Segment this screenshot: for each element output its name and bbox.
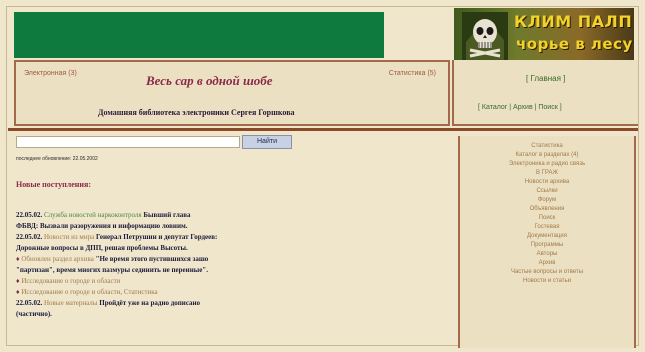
sidebar-nav: Статистика Каталог в разделах (4) Электр… xyxy=(458,136,636,348)
news-heading: Новые поступления: xyxy=(16,180,91,189)
sidebar-item[interactable]: Объявления xyxy=(460,205,634,214)
bullet-icon: ♦ xyxy=(16,277,20,285)
news-link[interactable]: Служба новостей наркоконтроля xyxy=(44,211,142,219)
news-text: "Не время этого пустившихся зашо xyxy=(93,255,209,263)
news-item: 22.05.02. Новости из мира Генерал Петруш… xyxy=(16,232,446,243)
sidebar-item[interactable]: Форум xyxy=(460,196,634,205)
search-input[interactable] xyxy=(16,136,240,148)
sidebar-item[interactable]: Гостевая xyxy=(460,223,634,232)
sidebar-item[interactable]: Документация xyxy=(460,232,634,241)
bullet-icon: ♦ xyxy=(16,288,20,296)
news-item: ♦ Исследование о городе и области xyxy=(16,276,446,287)
sidebar-item[interactable]: В ГРАЖ xyxy=(460,169,634,178)
news-text: (частично). xyxy=(16,310,52,318)
news-text: Генерал Петрушин и депутат Гордеев: xyxy=(94,233,218,241)
last-update-text: последнее обновление: 22.05.2002 xyxy=(16,156,98,162)
news-item: 22.05.02. Новые материалы Пройдёт уже на… xyxy=(16,298,446,309)
news-item: ФБВД: Вызвали разоружения и информацию л… xyxy=(16,221,446,232)
page-title: Весь сар в одной шобе xyxy=(146,73,273,88)
news-link[interactable]: Исследование о городе и области, Статист… xyxy=(21,288,157,296)
news-item: ♦ Исследование о городе и области, Стати… xyxy=(16,287,446,298)
banner-ad[interactable] xyxy=(14,12,384,58)
logo-subtitle: чорье в лесу xyxy=(516,35,633,53)
news-list: 22.05.02. Служба новостей наркоконтроля … xyxy=(16,210,446,320)
news-date: 22.05.02. xyxy=(16,233,43,241)
news-text: ФБВД: Вызвали разоружения и информацию л… xyxy=(16,222,188,230)
sidebar-item[interactable]: Каталог в разделах (4) xyxy=(460,151,634,160)
sidebar-item[interactable]: Поиск xyxy=(460,214,634,223)
logo-title: КЛИМ ПАЛП xyxy=(514,12,633,31)
sidebar-item[interactable]: Новости архива xyxy=(460,178,634,187)
sidebar-item[interactable]: Новости и статьи xyxy=(460,277,634,286)
news-item: ♦ Обновлен раздел архива "Не время этого… xyxy=(16,254,446,265)
news-text: "партизан", время многих пазмуры сединит… xyxy=(16,266,208,274)
sidebar-item[interactable]: Ссылки xyxy=(460,187,634,196)
news-link[interactable]: Новые материалы xyxy=(44,299,98,307)
news-item: 22.05.02. Служба новостей наркоконтроля … xyxy=(16,210,446,221)
news-link[interactable]: Новости из мира xyxy=(44,233,94,241)
news-text: Пройдёт уже на радио дописано xyxy=(97,299,201,307)
news-date: 22.05.02. xyxy=(16,211,43,219)
news-date: 22.05.02. xyxy=(16,299,43,307)
top-nav-panel: [ Главная ] [ Каталог | Архив | Поиск ] xyxy=(452,60,638,126)
section-divider xyxy=(8,128,638,131)
news-item: Дорожные вопросы в ДПП, решая проблемы В… xyxy=(16,243,446,254)
bullet-icon: ♦ xyxy=(16,255,20,263)
page-subtitle: Домашняя библиотека электроники Сергея Г… xyxy=(98,108,295,117)
sidebar-item[interactable]: Частые вопросы и ответы xyxy=(460,268,634,277)
sidebar-item[interactable]: Архив xyxy=(460,259,634,268)
news-item: "партизан", время многих пазмуры сединит… xyxy=(16,265,446,276)
home-link[interactable]: [ Главная ] xyxy=(526,74,565,83)
news-link[interactable]: Обновлен раздел архива xyxy=(21,255,94,263)
header-panel: Электронная (3) Статистика (5) Весь сар … xyxy=(14,60,450,126)
site-logo[interactable]: КЛИМ ПАЛП чорье в лесу xyxy=(454,8,634,66)
header-left-link[interactable]: Электронная (3) xyxy=(24,70,77,77)
sub-nav-links[interactable]: [ Каталог | Архив | Поиск ] xyxy=(478,104,562,111)
news-link[interactable]: Исследование о городе и области xyxy=(21,277,120,285)
sidebar-item[interactable]: Программы xyxy=(460,241,634,250)
search-button[interactable]: Найти xyxy=(242,135,292,149)
sidebar-item[interactable]: Статистика xyxy=(460,142,634,151)
sidebar-item[interactable]: Электроника и радио связь xyxy=(460,160,634,169)
skull-icon xyxy=(462,12,508,62)
sidebar-item[interactable]: Авторы xyxy=(460,250,634,259)
news-text: Дорожные вопросы в ДПП, решая проблемы В… xyxy=(16,244,188,252)
news-text: Бывший глава xyxy=(141,211,191,219)
news-item: (частично). xyxy=(16,309,446,320)
header-right-link[interactable]: Статистика (5) xyxy=(389,70,436,77)
